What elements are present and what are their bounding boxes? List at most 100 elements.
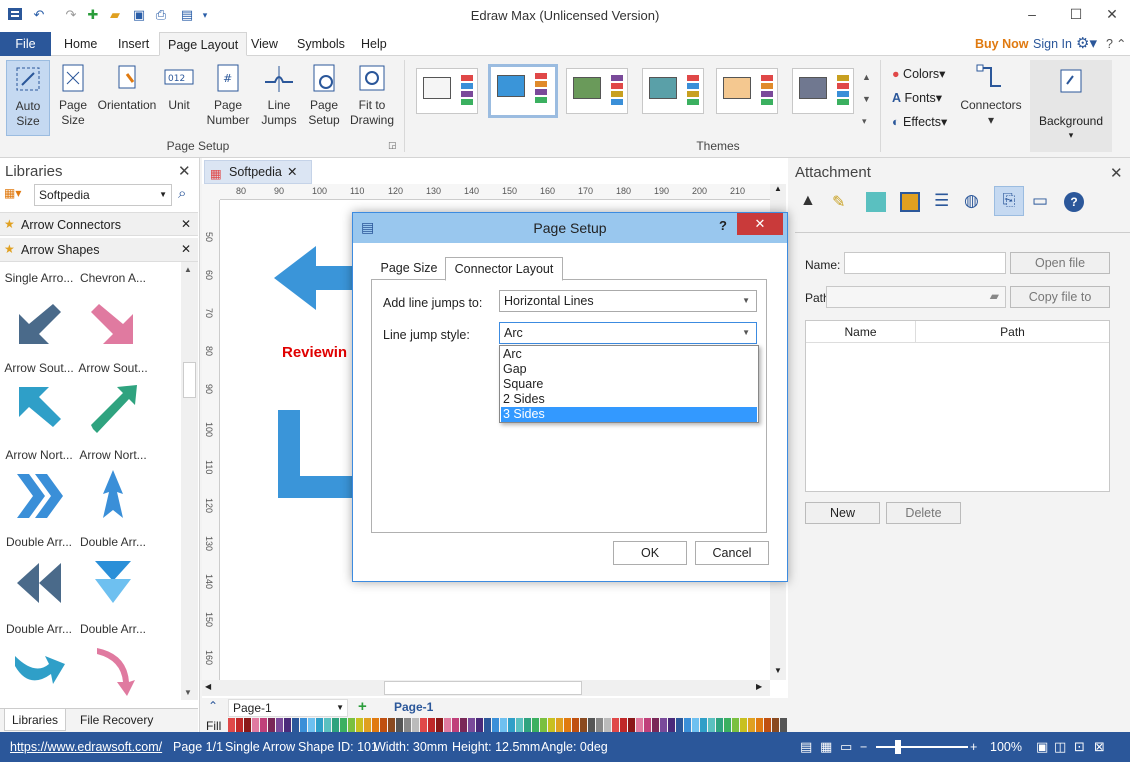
option-2-sides[interactable]: 2 Sides xyxy=(501,392,757,407)
help-icon[interactable]: ? xyxy=(1064,192,1084,212)
shape-arrow-south-west[interactable]: Arrow Sout... xyxy=(2,292,76,375)
color-swatch[interactable] xyxy=(300,718,307,732)
color-swatch[interactable] xyxy=(636,718,643,732)
effects-button[interactable]: ◐ Effects▾ xyxy=(892,114,947,129)
color-swatch[interactable] xyxy=(732,718,739,732)
attachment-icon[interactable]: ⎘ xyxy=(994,186,1024,216)
unit-button[interactable]: 012 Unit xyxy=(162,60,196,136)
scroll-down-icon[interactable]: ▼ xyxy=(184,688,192,697)
color-swatch[interactable] xyxy=(420,718,427,732)
dialog-close-button[interactable]: ✕ xyxy=(737,213,783,235)
tab-file-recovery[interactable]: File Recovery xyxy=(80,713,153,727)
fit-window-icon[interactable]: ⊡ xyxy=(1074,732,1085,762)
color-swatch[interactable] xyxy=(396,718,403,732)
color-swatch[interactable] xyxy=(756,718,763,732)
color-swatch[interactable] xyxy=(764,718,771,732)
scrollbar-thumb[interactable] xyxy=(183,362,196,398)
scroll-right-icon[interactable]: ▶ xyxy=(756,682,762,691)
color-swatch[interactable] xyxy=(700,718,707,732)
attachments-table[interactable]: Name Path xyxy=(805,320,1110,492)
color-swatch[interactable] xyxy=(324,718,331,732)
library-select[interactable]: Softpedia ▼ xyxy=(34,184,172,206)
color-swatch[interactable] xyxy=(780,718,787,732)
dialog-tab-page-size[interactable]: Page Size xyxy=(375,257,443,281)
color-swatch[interactable] xyxy=(508,718,515,732)
library-search-icon[interactable]: ⌕ xyxy=(178,185,186,202)
maximize-button[interactable]: ☐ xyxy=(1056,4,1096,26)
open-file-button[interactable]: Open file xyxy=(1010,252,1110,274)
theme-4[interactable] xyxy=(642,68,704,114)
color-swatch[interactable] xyxy=(580,718,587,732)
page-selector[interactable]: Page-1 ▼ xyxy=(228,699,348,717)
minimize-button[interactable]: – xyxy=(1012,4,1052,26)
color-swatch[interactable] xyxy=(556,718,563,732)
tab-file[interactable]: File xyxy=(0,32,51,56)
color-swatch[interactable] xyxy=(628,718,635,732)
color-swatch[interactable] xyxy=(468,718,475,732)
fit-width-icon[interactable]: ◫ xyxy=(1054,732,1066,762)
dialog-help-button[interactable]: ? xyxy=(719,218,727,233)
color-swatch[interactable] xyxy=(292,718,299,732)
fullscreen-icon[interactable]: ⊠ xyxy=(1094,732,1105,762)
theme-6[interactable] xyxy=(792,68,854,114)
color-swatch[interactable] xyxy=(428,718,435,732)
color-swatch[interactable] xyxy=(364,718,371,732)
libraries-close-icon[interactable]: ✕ xyxy=(178,162,191,180)
scroll-up-icon[interactable]: ▲ xyxy=(774,184,782,193)
color-swatch[interactable] xyxy=(452,718,459,732)
dialog-launcher-icon[interactable]: ◲ xyxy=(388,140,397,151)
delete-button[interactable]: Delete xyxy=(886,502,961,524)
table-header-name[interactable]: Name xyxy=(806,321,916,343)
color-swatch[interactable] xyxy=(748,718,755,732)
dialog-cancel-button[interactable]: Cancel xyxy=(695,541,769,565)
color-swatch[interactable] xyxy=(772,718,779,732)
option-3-sides[interactable]: 3 Sides xyxy=(501,407,757,422)
color-swatch[interactable] xyxy=(284,718,291,732)
shape-arrow-north-east[interactable]: Arrow Nort... xyxy=(76,379,150,462)
shape-curved-arrow-2[interactable] xyxy=(76,640,150,709)
page-size-button[interactable]: Page Size xyxy=(54,60,92,136)
color-swatch[interactable] xyxy=(460,718,467,732)
color-swatch[interactable] xyxy=(348,718,355,732)
color-swatch[interactable] xyxy=(260,718,267,732)
new-button[interactable]: New xyxy=(805,502,880,524)
ribbon-collapse-icon[interactable]: ⌃ xyxy=(1108,32,1130,56)
option-gap[interactable]: Gap xyxy=(501,362,757,377)
view-normal-icon[interactable]: ▤ xyxy=(800,732,812,762)
color-swatch[interactable] xyxy=(404,718,411,732)
theme-5[interactable] xyxy=(716,68,778,114)
theme-1[interactable] xyxy=(416,68,478,114)
fit-to-drawing-button[interactable]: Fit to Drawing xyxy=(348,60,396,136)
color-swatch[interactable] xyxy=(620,718,627,732)
page-tab[interactable]: Page-1 xyxy=(394,700,433,714)
tab-view[interactable]: View xyxy=(243,32,286,56)
color-swatch[interactable] xyxy=(604,718,611,732)
color-swatch[interactable] xyxy=(444,718,451,732)
color-swatch[interactable] xyxy=(532,718,539,732)
page-setup-button[interactable]: Page Setup xyxy=(304,60,344,136)
shadow-icon[interactable] xyxy=(900,192,920,212)
tab-symbols[interactable]: Symbols xyxy=(289,32,353,56)
browse-icon[interactable]: ▰ xyxy=(990,289,999,303)
color-swatch[interactable] xyxy=(484,718,491,732)
close-tab-icon[interactable]: ✕ xyxy=(287,161,297,183)
option-square[interactable]: Square xyxy=(501,377,757,392)
canvas-horizontal-scrollbar[interactable]: ◀ ▶ xyxy=(202,680,770,696)
color-swatch[interactable] xyxy=(236,718,243,732)
tab-insert[interactable]: Insert xyxy=(110,32,157,56)
canvas-text[interactable]: Reviewin xyxy=(282,344,347,361)
color-swatch[interactable] xyxy=(268,718,275,732)
close-icon[interactable]: ✕ xyxy=(181,242,191,256)
option-arc[interactable]: Arc xyxy=(501,347,757,362)
dialog-tab-connector-layout[interactable]: Connector Layout xyxy=(445,257,563,281)
shape-double-arrow-up[interactable]: Double Arr... xyxy=(76,466,150,549)
color-swatch[interactable] xyxy=(340,718,347,732)
color-swatch[interactable] xyxy=(588,718,595,732)
shape-single-arrow[interactable]: Single Arro... xyxy=(2,271,76,285)
document-tab[interactable]: ▦ Softpedia ✕ xyxy=(204,160,312,184)
shape-double-arrow-chevron[interactable]: Double Arr... xyxy=(2,466,76,549)
hyperlink-globe-icon[interactable]: ◍ xyxy=(964,191,979,211)
presentation-icon[interactable]: ▭ xyxy=(840,732,852,762)
page-list-up-icon[interactable]: ⌃ xyxy=(208,699,218,713)
zoom-slider-handle[interactable] xyxy=(895,740,901,754)
